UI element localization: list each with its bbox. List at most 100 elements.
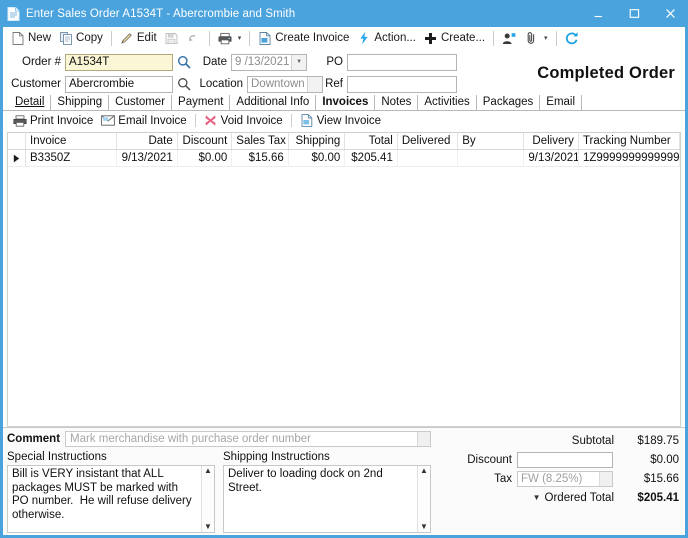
customer-search-icon[interactable] bbox=[176, 76, 192, 92]
subtotal-row: Subtotal $189.75 bbox=[441, 431, 681, 450]
tax-row: Tax FW (8.25%) $15.66 bbox=[441, 469, 681, 488]
undo-button[interactable] bbox=[183, 28, 205, 48]
date-dropdown-button[interactable]: ▼ bbox=[291, 54, 306, 70]
customer-input[interactable] bbox=[65, 75, 173, 93]
ref-input[interactable] bbox=[347, 75, 457, 93]
column-header-discount[interactable]: Discount bbox=[178, 133, 233, 149]
attach-dropdown-caret[interactable]: ▾ bbox=[542, 28, 552, 48]
document-icon bbox=[7, 6, 20, 21]
location-label: Location bbox=[199, 78, 243, 90]
minimize-button[interactable] bbox=[580, 0, 616, 27]
void-invoice-button[interactable]: Void Invoice bbox=[200, 112, 287, 130]
column-header-tracking-number[interactable]: Tracking Number bbox=[579, 133, 680, 149]
shipping-instructions-column: Shipping Instructions Deliver to loading… bbox=[223, 451, 431, 533]
discount-row: Discount $0.00 bbox=[441, 450, 681, 469]
location-field[interactable]: Downtown bbox=[247, 75, 323, 93]
action-button-label: Action... bbox=[374, 32, 416, 44]
tax-combo[interactable]: FW (8.25%) bbox=[517, 470, 613, 487]
refresh-button[interactable] bbox=[561, 28, 583, 48]
scroll-down-arrow-icon-2[interactable]: ▼ bbox=[420, 523, 428, 531]
location-dropdown-button[interactable] bbox=[307, 76, 322, 92]
order-number-input[interactable] bbox=[65, 53, 173, 71]
title-bar: Enter Sales Order A1534T - Abercrombie a… bbox=[0, 0, 688, 27]
date-field[interactable]: 9 /13/2021 ▼ bbox=[231, 53, 307, 71]
po-input[interactable] bbox=[347, 53, 457, 71]
tab-notes[interactable]: Notes bbox=[375, 95, 419, 110]
scroll-down-arrow-icon[interactable]: ▼ bbox=[204, 523, 212, 531]
tab-additional-info[interactable]: Additional Info bbox=[230, 95, 317, 110]
invoice-document-icon bbox=[258, 31, 272, 45]
column-header-total[interactable]: Total bbox=[345, 133, 398, 149]
action-button[interactable]: Action... bbox=[353, 28, 420, 48]
table-row[interactable]: B3350Z 9/13/2021 $0.00 $15.66 $0.00 $205… bbox=[8, 150, 680, 167]
column-header-invoice[interactable]: Invoice bbox=[26, 133, 118, 149]
comment-field[interactable]: Mark merchandise with purchase order num… bbox=[65, 431, 431, 447]
create-button-label: Create... bbox=[440, 32, 486, 44]
column-header-sales-tax[interactable]: Sales Tax bbox=[232, 133, 289, 149]
tab-shipping[interactable]: Shipping bbox=[51, 95, 110, 110]
order-search-icon[interactable] bbox=[176, 54, 192, 70]
invoices-grid: Invoice Date Discount Sales Tax Shipping… bbox=[7, 132, 681, 427]
tab-activities[interactable]: Activities bbox=[418, 95, 477, 110]
email-invoice-label: Email Invoice bbox=[118, 114, 187, 127]
ordered-total-row: ▼ Ordered Total $205.41 bbox=[441, 488, 681, 507]
create-invoice-label: Create Invoice bbox=[275, 32, 350, 44]
create-invoice-button[interactable]: Create Invoice bbox=[254, 28, 353, 48]
column-header-delivery[interactable]: Delivery bbox=[524, 133, 579, 149]
save-disk-icon bbox=[165, 31, 179, 45]
window-controls bbox=[580, 0, 688, 27]
discount-input[interactable] bbox=[517, 451, 613, 468]
tab-payment[interactable]: Payment bbox=[172, 95, 231, 110]
column-header-by[interactable]: By bbox=[458, 133, 525, 149]
tab-packages[interactable]: Packages bbox=[477, 95, 541, 110]
attach-button[interactable] bbox=[520, 28, 542, 48]
printer-icon bbox=[218, 31, 232, 45]
special-instructions-box[interactable]: Bill is VERY insistant that ALL packages… bbox=[7, 465, 215, 533]
expander-caret-icon[interactable]: ▼ bbox=[533, 493, 545, 502]
contact-button[interactable] bbox=[498, 28, 520, 48]
new-button[interactable]: New bbox=[7, 28, 55, 48]
tab-invoices[interactable]: Invoices bbox=[316, 95, 376, 110]
email-invoice-button[interactable]: Email Invoice bbox=[97, 112, 190, 130]
save-button[interactable] bbox=[161, 28, 183, 48]
totals-section: Subtotal $189.75 Discount $0.00 Tax FW (… bbox=[431, 431, 681, 531]
edit-button[interactable]: Edit bbox=[116, 28, 161, 48]
row-selector-marker[interactable] bbox=[8, 150, 26, 166]
subtoolbar-separator bbox=[194, 114, 196, 127]
maximize-button[interactable] bbox=[616, 0, 652, 27]
scroll-up-arrow-icon-2[interactable]: ▲ bbox=[420, 467, 428, 475]
tax-dropdown-button[interactable] bbox=[599, 471, 612, 486]
toolbar-separator-2 bbox=[208, 30, 210, 46]
toolbar-separator bbox=[110, 30, 112, 46]
cell-shipping: $0.00 bbox=[289, 150, 346, 166]
main-toolbar: New Copy Edit ▾ Create Invoice Action...… bbox=[3, 27, 685, 50]
new-document-icon bbox=[11, 31, 25, 45]
copy-button[interactable]: Copy bbox=[55, 28, 107, 48]
print-invoice-button[interactable]: Print Invoice bbox=[9, 112, 97, 130]
view-invoice-button[interactable]: View Invoice bbox=[296, 112, 385, 130]
tab-detail[interactable]: Detail bbox=[9, 95, 52, 110]
instructions-row: Special Instructions Bill is VERY insist… bbox=[7, 451, 431, 533]
grid-header-row: Invoice Date Discount Sales Tax Shipping… bbox=[8, 133, 680, 150]
cell-date: 9/13/2021 bbox=[117, 150, 178, 166]
tab-email[interactable]: Email bbox=[540, 95, 583, 110]
column-header-delivered[interactable]: Delivered bbox=[398, 133, 459, 149]
special-instructions-scrollbar[interactable]: ▲ ▼ bbox=[201, 466, 214, 532]
envelope-icon bbox=[101, 114, 116, 128]
print-dropdown-caret[interactable]: ▾ bbox=[236, 28, 246, 48]
shipping-instructions-scrollbar[interactable]: ▲ ▼ bbox=[417, 466, 430, 532]
print-button[interactable] bbox=[214, 28, 236, 48]
grid-empty-area bbox=[8, 167, 680, 426]
shipping-instructions-box[interactable]: Deliver to loading dock on 2nd Street. ▲… bbox=[223, 465, 431, 533]
grid-rowselector-header bbox=[8, 133, 26, 149]
window-title: Enter Sales Order A1534T - Abercrombie a… bbox=[26, 7, 296, 20]
column-header-date[interactable]: Date bbox=[117, 133, 178, 149]
location-value: Downtown bbox=[251, 77, 305, 90]
close-button[interactable] bbox=[652, 0, 688, 27]
column-header-shipping[interactable]: Shipping bbox=[289, 133, 346, 149]
cell-discount: $0.00 bbox=[178, 150, 233, 166]
create-button[interactable]: Create... bbox=[420, 28, 489, 48]
scroll-up-arrow-icon[interactable]: ▲ bbox=[204, 467, 212, 475]
comment-dropdown-button[interactable] bbox=[417, 432, 430, 446]
tab-customer[interactable]: Customer bbox=[109, 95, 173, 110]
